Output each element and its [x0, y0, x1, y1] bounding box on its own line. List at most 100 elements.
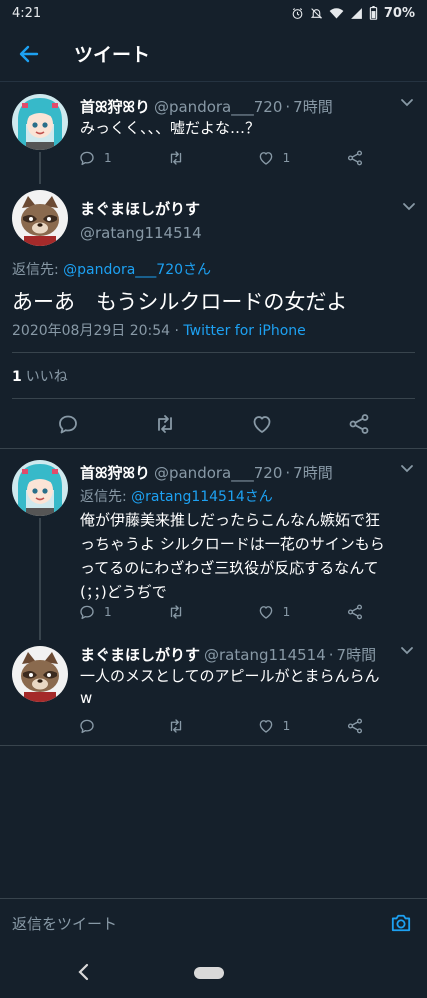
- battery-icon: [369, 6, 378, 20]
- like-icon: [257, 603, 275, 621]
- reply-icon: [78, 603, 96, 621]
- back-button[interactable]: [0, 26, 58, 82]
- thread-line: [39, 152, 41, 184]
- tweet-text: 一人のメスとしてのアピールがとまらんらん w: [80, 667, 380, 707]
- reply-to: 返信先: @ratang114514さん: [80, 486, 273, 506]
- camera-button[interactable]: [390, 913, 412, 937]
- top-app-bar: ツイート: [0, 26, 427, 82]
- tweet-actions: [0, 410, 427, 438]
- retweet-icon[interactable]: [153, 412, 177, 436]
- reply-icon[interactable]: [56, 412, 80, 436]
- avatar[interactable]: [12, 190, 68, 246]
- like-count: 1: [282, 719, 291, 733]
- reply-to-label: 返信先:: [12, 262, 59, 278]
- display-name[interactable]: 首ꕤ狩ꕤり: [80, 462, 150, 483]
- likes-summary[interactable]: 1 いいね: [12, 366, 68, 386]
- reply-count: 1: [104, 605, 112, 619]
- camera-icon: [391, 914, 411, 932]
- like-button[interactable]: 1: [257, 149, 317, 167]
- share-icon: [346, 149, 364, 167]
- share-button[interactable]: [346, 149, 368, 167]
- tweet-text: みっくく、、、嘘だよな…？: [80, 119, 261, 137]
- like-total-label: いいね: [25, 369, 68, 385]
- avatar[interactable]: [12, 94, 68, 150]
- reply-button[interactable]: 1: [78, 603, 138, 621]
- mute-icon: [310, 7, 323, 19]
- page-title: ツイート: [74, 44, 151, 66]
- tweet-time: 7時間: [293, 464, 333, 482]
- display-name[interactable]: まぐまほしがりす: [80, 198, 200, 219]
- chevron-down-icon[interactable]: [400, 646, 414, 656]
- tweet-time: 7時間: [293, 98, 333, 116]
- status-time: 4:21: [12, 5, 42, 21]
- share-icon: [346, 603, 364, 621]
- chevron-down-icon[interactable]: [400, 98, 414, 108]
- tweet-author: 首ꕤ狩ꕤり @pandora___720 · 7時間: [80, 96, 333, 117]
- reply-icon: [78, 717, 96, 735]
- chevron-down-icon[interactable]: [400, 464, 414, 474]
- wifi-icon: [329, 7, 344, 18]
- tweet-datetime: 2020年08月29日 20:54: [12, 323, 171, 339]
- reply-to: 返信先: @pandora___720さん: [12, 259, 211, 279]
- reply-icon: [78, 149, 96, 167]
- like-button[interactable]: 1: [257, 717, 317, 735]
- tweet-actions: 1 1: [78, 148, 368, 168]
- retweet-button[interactable]: [167, 603, 227, 621]
- retweet-button[interactable]: [167, 717, 227, 735]
- retweet-button[interactable]: [167, 149, 227, 167]
- avatar[interactable]: [12, 460, 68, 516]
- share-icon: [346, 717, 364, 735]
- divider: [0, 448, 427, 449]
- retweet-icon: [167, 149, 185, 167]
- retweet-icon: [167, 717, 185, 735]
- user-handle: @ratang114514: [204, 646, 326, 664]
- chevron-left-icon: [78, 963, 89, 981]
- like-count: 1: [282, 151, 291, 165]
- divider: [0, 745, 427, 746]
- reply-composer: [0, 898, 427, 948]
- retweet-icon: [167, 603, 185, 621]
- reply-input[interactable]: [12, 909, 372, 939]
- divider: [12, 352, 415, 353]
- like-count: 1: [282, 605, 291, 619]
- display-name[interactable]: 首ꕤ狩ꕤり: [80, 96, 150, 117]
- chevron-down-icon[interactable]: [402, 202, 416, 212]
- system-nav-bar: [0, 948, 427, 998]
- tweet-actions: 1: [78, 716, 368, 736]
- reply-button[interactable]: [78, 717, 138, 735]
- system-home-pill[interactable]: [194, 967, 224, 979]
- signal-icon: [350, 7, 362, 19]
- share-icon[interactable]: [347, 412, 371, 436]
- tweet-text: あーあ もうシルクロードの女だよ: [12, 290, 348, 314]
- alarm-icon: [292, 7, 303, 19]
- like-icon: [257, 149, 275, 167]
- user-handle: @pandora___720: [153, 98, 283, 116]
- reply-to-handle-link[interactable]: @pandora___720さん: [63, 262, 211, 278]
- back-arrow-icon: [19, 45, 39, 62]
- tweet-author: まぐまほしがりす @ratang114514 · 7時間: [80, 644, 377, 665]
- tweet-source-link[interactable]: Twitter for iPhone: [183, 323, 305, 339]
- tweet-text: 俺が伊藤美来推しだったらこんなん嫉妬で狂 っちゃうよ シルクロードは一花のサイン…: [80, 511, 385, 601]
- status-bar: 4:21 70%: [0, 0, 427, 26]
- like-icon[interactable]: [250, 412, 274, 436]
- tweet-time: 7時間: [336, 646, 377, 664]
- status-icons: 70%: [291, 6, 415, 21]
- tweet-meta: 2020年08月29日 20:54 · Twitter for iPhone: [12, 323, 306, 339]
- like-total: 1: [12, 369, 22, 385]
- avatar[interactable]: [12, 646, 68, 702]
- user-handle[interactable]: @ratang114514: [80, 224, 202, 242]
- like-icon: [257, 717, 275, 735]
- reply-to-label: 返信先:: [80, 489, 127, 505]
- battery-level: 70%: [383, 5, 415, 21]
- display-name[interactable]: まぐまほしがりす: [80, 644, 200, 665]
- share-button[interactable]: [346, 603, 368, 621]
- share-button[interactable]: [346, 717, 368, 735]
- reply-button[interactable]: 1: [78, 149, 138, 167]
- tweet-actions: 1 1: [78, 602, 368, 622]
- tweet-author: 首ꕤ狩ꕤり @pandora___720 · 7時間: [80, 462, 333, 483]
- like-button[interactable]: 1: [257, 603, 317, 621]
- reply-count: 1: [104, 151, 112, 165]
- divider: [12, 398, 415, 399]
- system-back-button[interactable]: [76, 962, 90, 986]
- reply-to-handle-link[interactable]: @ratang114514さん: [131, 489, 273, 505]
